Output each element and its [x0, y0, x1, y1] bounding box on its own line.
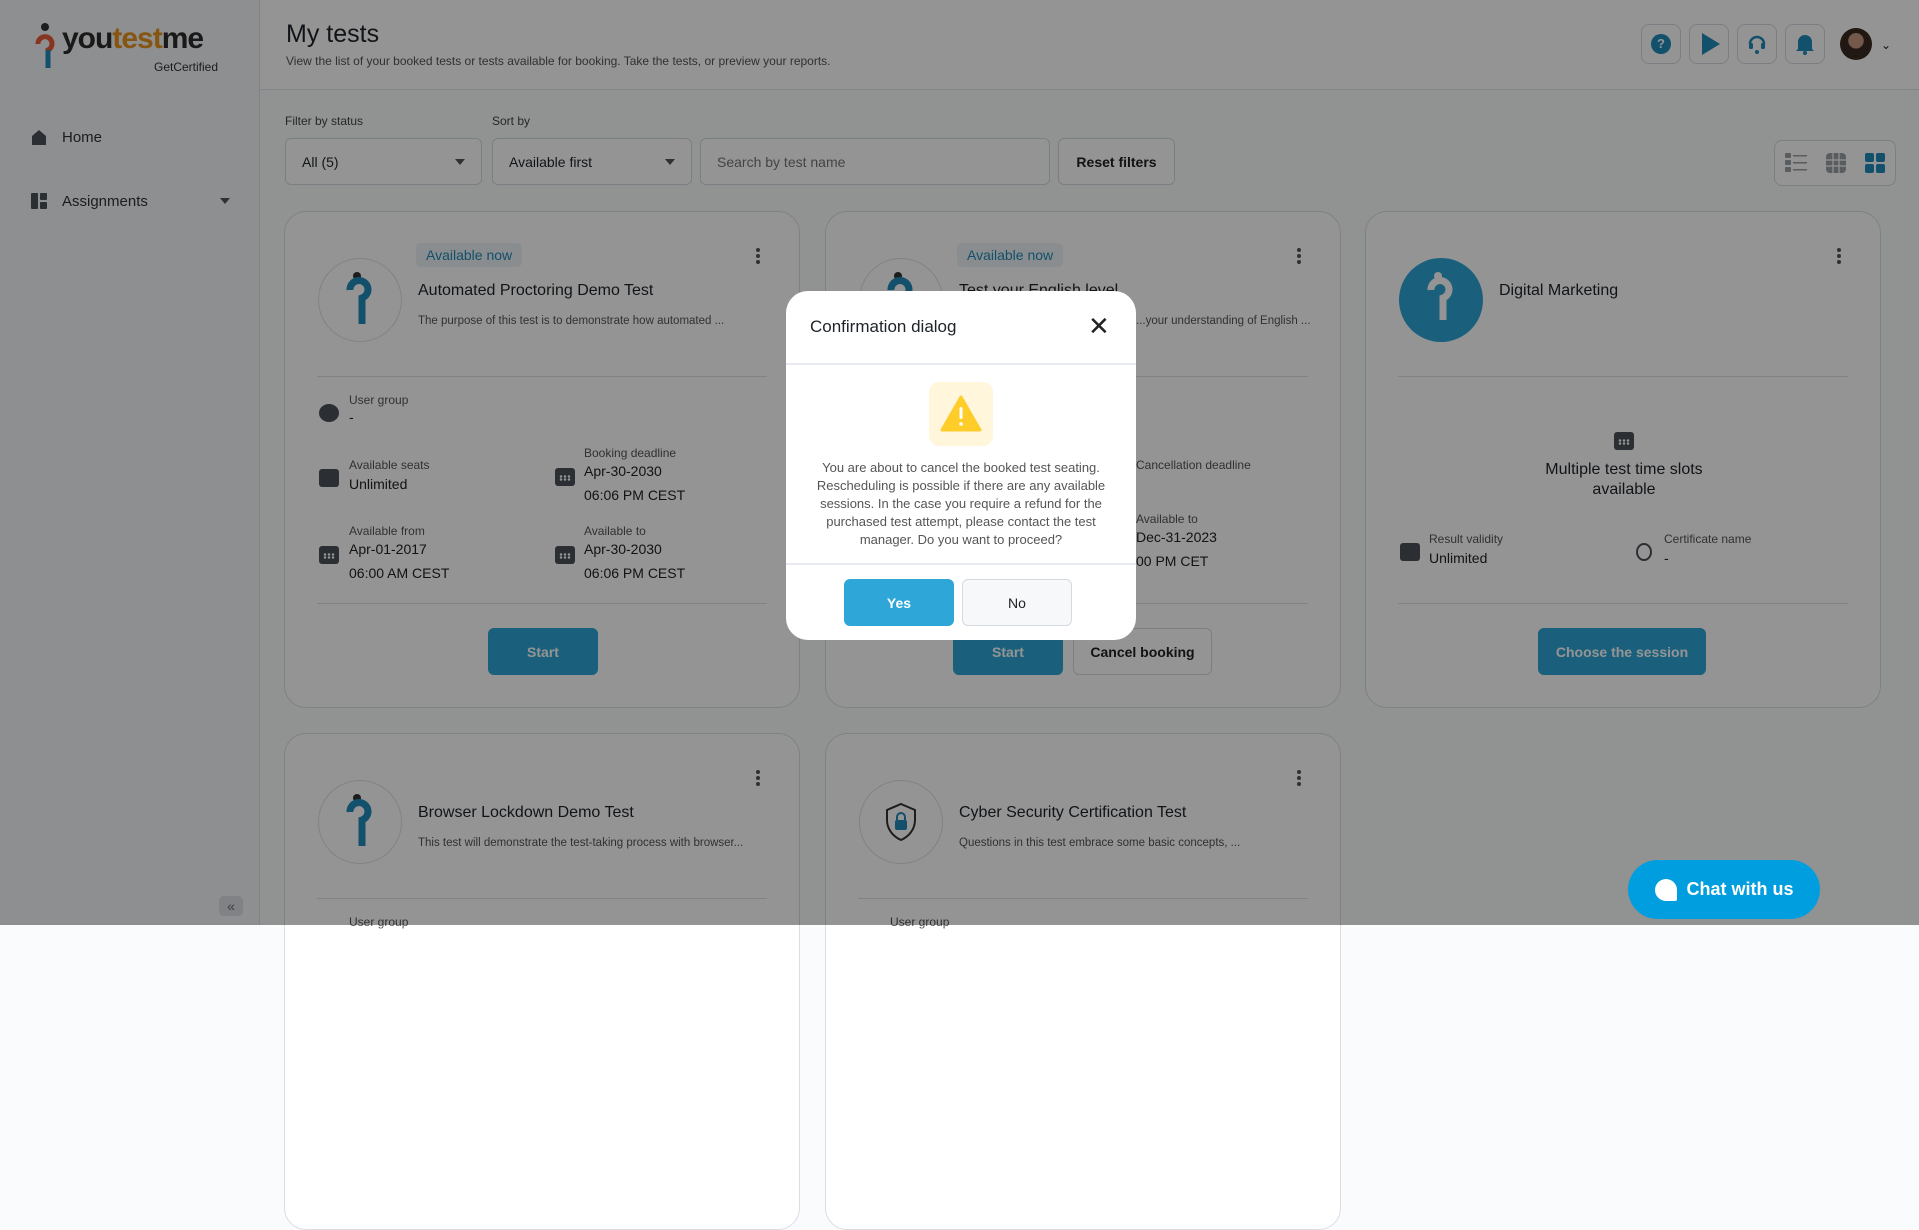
warning-icon [929, 382, 993, 446]
divider [786, 563, 1136, 565]
divider [786, 363, 1136, 365]
yes-button[interactable]: Yes [844, 579, 954, 626]
chat-with-us-button[interactable]: Chat with us [1628, 860, 1820, 919]
no-button[interactable]: No [962, 579, 1072, 626]
close-icon[interactable]: ✕ [1088, 313, 1110, 339]
chat-label: Chat with us [1686, 879, 1794, 899]
dialog-message: You are about to cancel the booked test … [816, 460, 1106, 547]
confirmation-dialog: Confirmation dialog ✕ You are about to c… [786, 291, 1136, 640]
chat-bubble-icon [1654, 878, 1677, 901]
dialog-title: Confirmation dialog [810, 317, 957, 336]
